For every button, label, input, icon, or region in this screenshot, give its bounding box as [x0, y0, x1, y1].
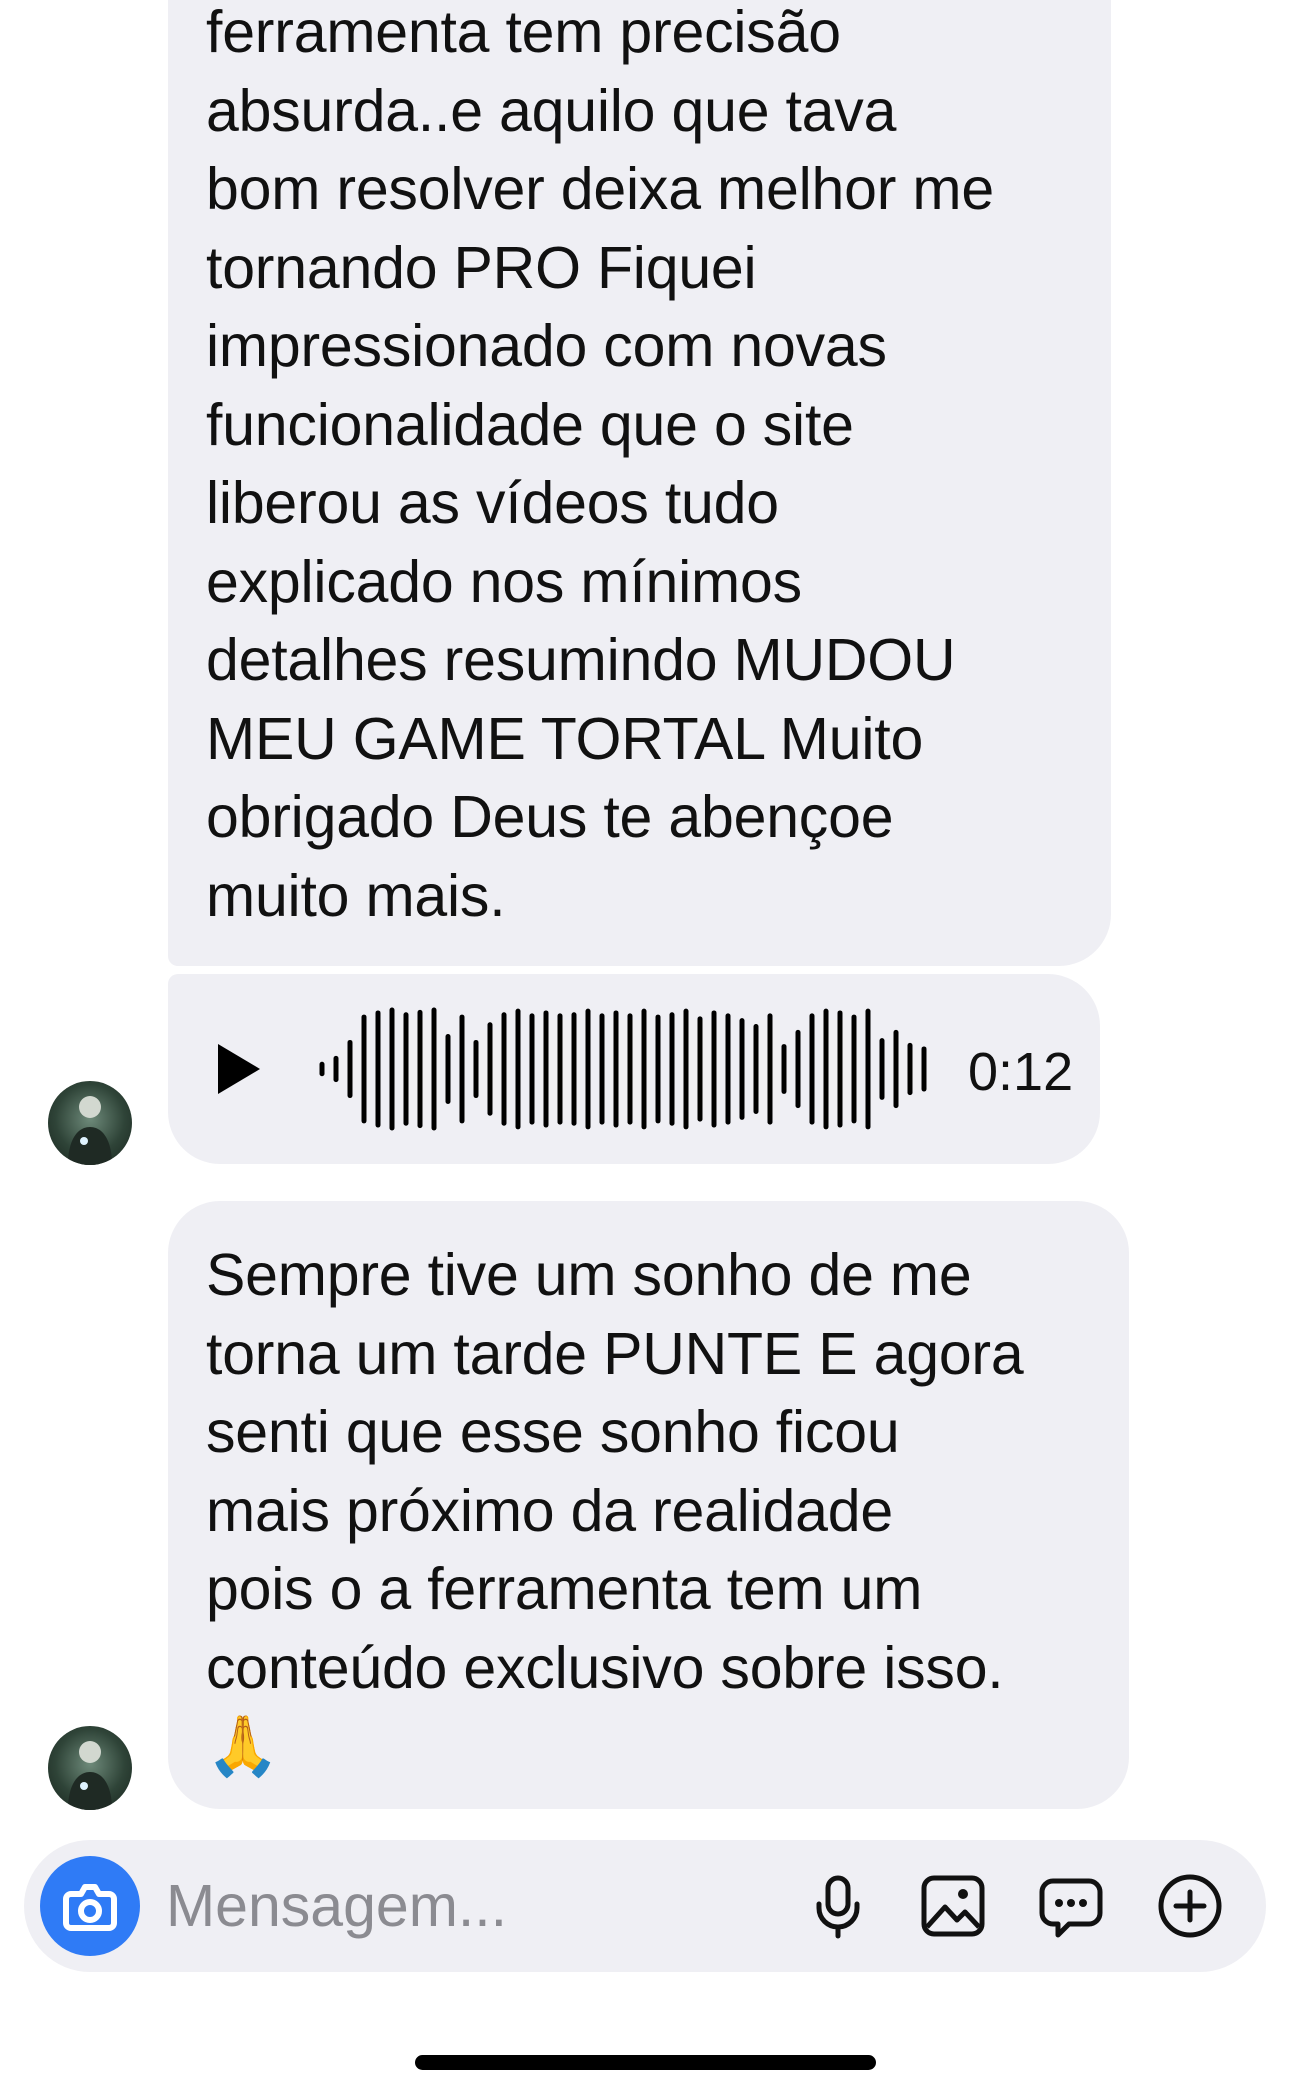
voice-message[interactable]: 0:12 — [168, 974, 1100, 1164]
avatar-image — [68, 1096, 112, 1165]
avatar[interactable] — [48, 1081, 132, 1165]
audio-duration: 0:12 — [968, 1042, 1074, 1102]
message-bubble[interactable]: ferramenta tem precisão absurda..e aquil… — [168, 0, 1111, 966]
avatar-image — [68, 1741, 112, 1810]
gallery-icon[interactable] — [917, 1870, 989, 1942]
chat-bubble-icon[interactable] — [1035, 1870, 1107, 1942]
praying-hands-emoji: 🙏 — [206, 1711, 280, 1780]
message-text: Sempre tive um sonho de me torna um tard… — [206, 1242, 1024, 1701]
camera-icon — [63, 1884, 117, 1931]
message-input[interactable] — [166, 1870, 766, 1942]
microphone-icon[interactable] — [802, 1870, 874, 1942]
play-icon[interactable] — [218, 1044, 260, 1094]
plus-circle-icon[interactable] — [1154, 1870, 1226, 1942]
avatar[interactable] — [48, 1726, 132, 1810]
message-text: ferramenta tem precisão absurda..e aquil… — [206, 0, 994, 929]
camera-button[interactable] — [40, 1856, 140, 1956]
message-composer — [24, 1840, 1266, 1972]
message-bubble[interactable]: Sempre tive um sonho de me torna um tard… — [168, 1201, 1129, 1809]
home-indicator[interactable] — [415, 2055, 876, 2070]
